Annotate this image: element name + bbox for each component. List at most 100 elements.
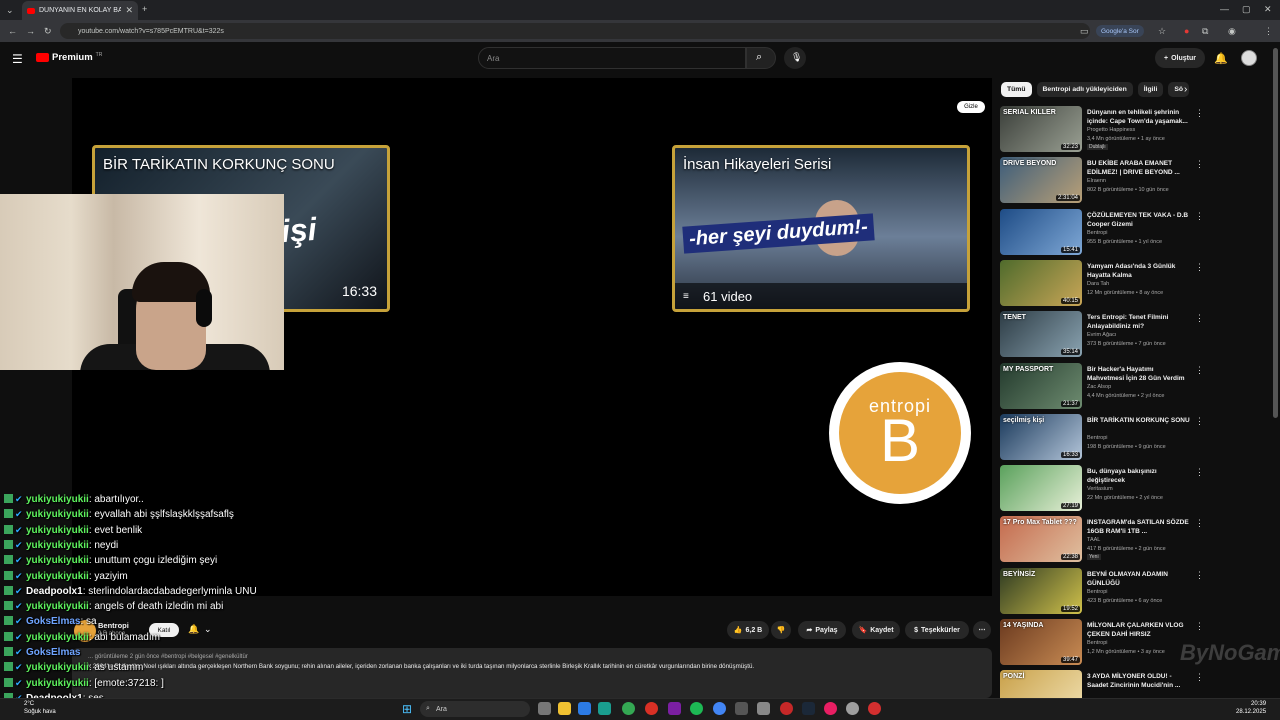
video-title[interactable]: MİLYONLAR ÇALARKEN VLOG ÇEKEN DAHİ HIRSI…	[1087, 621, 1191, 639]
app-icon[interactable]	[824, 702, 837, 715]
search-input[interactable]: Ara	[478, 47, 746, 69]
task-view-icon[interactable]	[538, 702, 551, 715]
minimize-icon[interactable]: —	[1220, 4, 1229, 14]
video-channel[interactable]: Veritasium	[1087, 486, 1113, 492]
recommended-video[interactable]: BEYİNSİZ 19:52 BEYNİ OLMAYAN ADAMIN GÜNLÜĞ…	[998, 567, 1270, 616]
chrome-icon[interactable]	[622, 702, 635, 715]
video-title[interactable]: Bu, dünyaya bakışınızı değiştirecek	[1087, 467, 1191, 485]
video-channel[interactable]: Progetto Happiness	[1087, 127, 1135, 133]
more-options-icon[interactable]: ⋮	[1195, 159, 1204, 170]
app-icon[interactable]	[645, 702, 658, 715]
video-thumbnail[interactable]: seçilmiş kişi 16:33	[1000, 413, 1082, 460]
more-options-icon[interactable]: ⋮	[1195, 672, 1204, 683]
video-thumbnail[interactable]: TENET 35:14	[1000, 311, 1082, 358]
video-title[interactable]: Bir Hacker'a Hayatımı Mahvetmesi İçin 28…	[1087, 365, 1191, 383]
search-button[interactable]: ⌕	[746, 47, 776, 69]
video-thumbnail[interactable]: SERIAL KILLER 32:23	[1000, 106, 1082, 152]
more-options-icon[interactable]: ⋮	[1195, 108, 1204, 119]
install-app-icon[interactable]: ▭	[1080, 26, 1089, 37]
video-channel[interactable]: TAAL	[1087, 537, 1100, 543]
video-channel[interactable]: Zac Alsop	[1087, 384, 1111, 390]
video-title[interactable]: Dünyanın en tehlikeli şehrinin içinde: C…	[1087, 108, 1191, 126]
like-button[interactable]: 👍 6,2 B	[727, 621, 769, 639]
create-button[interactable]: + Oluştur	[1155, 48, 1205, 68]
store-icon[interactable]	[578, 702, 591, 715]
video-channel[interactable]: Dara Tah	[1087, 281, 1109, 287]
more-options-icon[interactable]: ⋮	[1195, 570, 1204, 581]
video-thumbnail[interactable]: DRIVE BEYOND 2:31:04	[1000, 157, 1082, 204]
thanks-button[interactable]: $ Teşekkürler	[905, 621, 969, 639]
video-thumbnail[interactable]: 15:41	[1000, 208, 1082, 255]
app-icon[interactable]	[780, 702, 793, 715]
new-tab-icon[interactable]: +	[142, 4, 147, 14]
video-channel[interactable]: Bentropi	[1087, 435, 1108, 441]
more-options-icon[interactable]: ⋮	[1195, 211, 1204, 222]
filter-chip[interactable]: Tümü	[1001, 82, 1032, 97]
back-icon[interactable]: ←	[8, 26, 17, 36]
more-options-icon[interactable]: ⋮	[1195, 416, 1204, 427]
app-icon[interactable]	[868, 702, 881, 715]
tab-list-icon[interactable]: ⌄	[6, 5, 14, 16]
video-thumbnail[interactable]: 27:19	[1000, 465, 1082, 512]
browser-tab[interactable]: DÜNYANIN EN KOLAY BANKA... ✕	[22, 1, 138, 20]
video-thumbnail[interactable]: MY PASSPORT 21:37	[1000, 362, 1082, 409]
system-clock[interactable]: 20:39 28.12.2025	[1236, 700, 1266, 716]
video-channel[interactable]: Bentropi	[1087, 589, 1108, 595]
recommended-video[interactable]: TENET 35:14 Ters Entropi: Tenet Filmini An…	[998, 311, 1270, 359]
page-scrollbar[interactable]	[1273, 48, 1278, 418]
profile-icon[interactable]: ◉	[1228, 26, 1236, 37]
windows-start-icon[interactable]: ⊞	[402, 702, 412, 716]
end-screen-playlist-card[interactable]: İnsan Hikayeleri Serisi -her şeyi duydum…	[672, 145, 970, 312]
video-thumbnail[interactable]: BEYİNSİZ 19:52	[1000, 567, 1082, 614]
video-thumbnail[interactable]: 40:15	[1000, 259, 1082, 306]
extension-icon[interactable]: ●	[1184, 26, 1189, 36]
more-options-icon[interactable]: ⋮	[1195, 518, 1204, 529]
video-thumbnail[interactable]: 14 YAŞINDA 39:47	[1000, 619, 1082, 665]
voice-search-button[interactable]: 🎙	[784, 47, 806, 69]
edge-icon[interactable]	[598, 702, 611, 715]
weather-widget[interactable]: 2°C Soğuk hava	[24, 700, 56, 716]
more-actions-button[interactable]: ⋯	[973, 621, 991, 639]
more-options-icon[interactable]: ⋮	[1195, 365, 1204, 376]
video-title[interactable]: BİR TARİKATIN KORKUNÇ SONU	[1087, 416, 1191, 425]
video-thumbnail[interactable]: 17 Pro Max Tablet ??? 22:38	[1000, 516, 1082, 563]
filter-chip[interactable]: İlgili	[1137, 82, 1164, 97]
recommended-video[interactable]: seçilmiş kişi 16:33 BİR TARİKATIN KORKUNÇ …	[998, 413, 1270, 462]
file-explorer-icon[interactable]	[558, 702, 571, 715]
dislike-button[interactable]: 👎	[771, 621, 791, 639]
recommended-video[interactable]: DRIVE BEYOND 2:31:04 BU EKİBE ARABA EMANET…	[998, 157, 1270, 205]
more-options-icon[interactable]: ⋮	[1195, 313, 1204, 324]
google-ask-button[interactable]: Google'a Sor	[1096, 25, 1144, 37]
close-window-icon[interactable]: ✕	[1264, 4, 1272, 15]
app-icon[interactable]	[846, 702, 859, 715]
video-channel[interactable]: Evrim Ağacı	[1087, 332, 1116, 338]
hamburger-menu-icon[interactable]: ☰	[12, 52, 23, 66]
video-title[interactable]: 3 AYDA MİLYONER OLDU! - Saadet Zincirini…	[1087, 672, 1191, 690]
recommended-video[interactable]: 15:41 ÇÖZÜLEMEYEN TEK VAKA - D.B Cooper G…	[998, 208, 1270, 257]
taskbar-search[interactable]: ⌕ Ara	[420, 701, 530, 717]
forward-icon[interactable]: →	[26, 26, 35, 36]
video-title[interactable]: ÇÖZÜLEMEYEN TEK VAKA - D.B Cooper Gizemi	[1087, 211, 1191, 229]
video-title[interactable]: Yamyam Adası'nda 3 Günlük Hayatta Kalma	[1087, 262, 1191, 280]
more-options-icon[interactable]: ⋮	[1195, 621, 1204, 632]
app-icon[interactable]	[735, 702, 748, 715]
video-channel[interactable]: Elraenn	[1087, 178, 1106, 184]
recommended-video[interactable]: SERIAL KILLER 32:23 Dünyanın en tehlikeli …	[998, 106, 1270, 154]
video-channel[interactable]: Bentropi	[1087, 230, 1108, 236]
recommended-video[interactable]: 27:19 Bu, dünyaya bakışınızı değiştirecek…	[998, 465, 1270, 513]
video-channel[interactable]: Bentropi	[1087, 640, 1108, 646]
recommended-video[interactable]: MY PASSPORT 21:37 Bir Hacker'a Hayatımı Ma…	[998, 362, 1270, 411]
chrome-active-icon[interactable]	[713, 702, 726, 715]
steam-icon[interactable]	[802, 702, 815, 715]
app-icon[interactable]	[668, 702, 681, 715]
bookmark-star-icon[interactable]: ☆	[1158, 26, 1166, 37]
avatar[interactable]	[1241, 50, 1257, 66]
recommended-video[interactable]: 40:15 Yamyam Adası'nda 3 Günlük Hayatta K…	[998, 259, 1270, 308]
browser-menu-icon[interactable]: ⋮	[1264, 26, 1273, 37]
filter-chip[interactable]: Bentropi adlı yükleyiciden	[1036, 82, 1133, 97]
close-tab-icon[interactable]: ✕	[125, 5, 133, 16]
hide-button[interactable]: Gizle	[957, 101, 985, 113]
url-field[interactable]: youtube.com/watch?v=s785PcEMTRU&t=322s	[60, 23, 1090, 39]
video-title[interactable]: Ters Entropi: Tenet Filmini Anlayabildin…	[1087, 313, 1191, 331]
channel-subscribe-logo[interactable]: entropi B	[829, 362, 971, 504]
